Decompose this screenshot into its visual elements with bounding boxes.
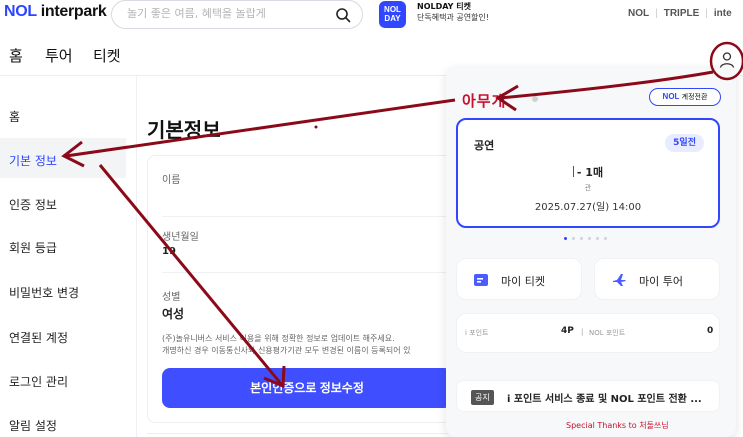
point-separator: |	[581, 328, 584, 336]
upcoming-ticket-card[interactable]: 공연 5일전 - 1매 관 2025.07.27(일) 14:00	[456, 118, 720, 228]
brand-links: NOL | TRIPLE | inte	[628, 8, 732, 19]
info-notice: (주)놀유니버스 서비스 이용을 위해 정확한 정보로 업데이트 해주세요. 개…	[162, 334, 411, 355]
next-card-edge	[147, 433, 457, 437]
nav-tour[interactable]: 투어	[45, 45, 73, 66]
sidebar-item-password[interactable]: 비밀번호 변경	[9, 284, 79, 301]
ticket-count: - 1매	[458, 164, 718, 180]
basic-info-card: 이름 생년월일 19 성별 여성 (주)놀유니버스 서비스 이용을 위해 정확한…	[147, 155, 457, 423]
gender-label: 성별	[162, 292, 181, 303]
interpark-logo[interactable]: NOL interpark	[4, 3, 107, 21]
field-divider	[162, 216, 452, 217]
user-name: 아무개	[462, 92, 507, 110]
sidebar-item-login-manage[interactable]: 로그인 관리	[9, 373, 68, 390]
notice-banner[interactable]: 공지 i 포인트 서비스 종료 및 NOL 포인트 전환 ...	[456, 380, 720, 412]
field-divider	[162, 272, 452, 273]
search-input[interactable]	[127, 7, 327, 20]
points-summary[interactable]: i 포인트 4P | NOL 포인트 0	[456, 313, 720, 353]
ticket-venue: 관	[584, 184, 592, 192]
nav-home[interactable]: 홈	[9, 45, 23, 66]
account-dropdown: 아무개 NOL 계정전환 공연 5일전 - 1매 관 2025.07.27(일)…	[446, 68, 736, 437]
airplane-icon	[613, 274, 626, 286]
nol-point-value: 0	[707, 326, 714, 336]
dday-badge: 5일전	[665, 134, 704, 152]
brand-link-interpark[interactable]: inte	[714, 8, 732, 19]
user-icon[interactable]	[717, 50, 737, 70]
brand-link-nol[interactable]: NOL	[628, 8, 649, 19]
carousel-dot[interactable]	[604, 237, 607, 240]
ticket-type: 공연	[474, 139, 495, 152]
thanks-caption: Special Thanks to 처돌쓰님	[566, 421, 669, 430]
carousel-dot[interactable]	[596, 237, 599, 240]
sidebar-item-auth-info[interactable]: 인증 정보	[9, 196, 57, 213]
gender-value: 여성	[162, 307, 185, 321]
sidebar-item-membership[interactable]: 회원 등급	[9, 239, 57, 256]
birth-value: 19	[162, 246, 176, 257]
sidebar-item-notifications[interactable]: 알림 설정	[9, 417, 57, 434]
nolday-logo[interactable]: NOL DAY	[379, 1, 406, 28]
search-icon[interactable]	[335, 7, 351, 23]
carousel-dot[interactable]	[572, 237, 575, 240]
sidebar-item-linked-accounts[interactable]: 연결된 계정	[9, 329, 68, 346]
name-label: 이름	[162, 175, 181, 186]
annotation-dot	[314, 125, 318, 129]
notice-tag: 공지	[471, 390, 494, 405]
i-point-value: 4P	[561, 326, 574, 336]
sidebar-item-home[interactable]: 홈	[9, 108, 20, 125]
my-tour-button[interactable]: 마이 투어	[594, 258, 720, 300]
carousel-dot[interactable]	[564, 237, 567, 240]
i-point-label: i 포인트	[465, 329, 489, 337]
carousel-dot[interactable]	[588, 237, 591, 240]
ticket-icon	[474, 274, 488, 286]
nav-ticket[interactable]: 티켓	[93, 45, 121, 66]
page-title: 기본정보	[147, 118, 221, 142]
top-header: NOL interpark NOLDAY NOLDAY 티켓 단독혜택과 공연할…	[0, 0, 743, 30]
birth-label: 생년월일	[162, 232, 199, 243]
carousel-dot[interactable]	[580, 237, 583, 240]
sidebar-divider	[136, 76, 137, 437]
account-switch-button[interactable]: NOL 계정전환	[649, 88, 721, 106]
ticket-datetime: 2025.07.27(일) 14:00	[534, 202, 642, 213]
search-box[interactable]	[111, 0, 363, 29]
nolday-promo[interactable]: NOLDAY 티켓 단독혜택과 공연할인!	[417, 1, 489, 23]
sidebar-item-basic-info[interactable]: 기본 정보	[9, 152, 57, 169]
name-indicator	[532, 96, 538, 102]
nol-point-label: NOL 포인트	[589, 329, 626, 337]
notice-text: i 포인트 서비스 종료 및 NOL 포인트 전환 ...	[507, 394, 702, 405]
carousel-dots	[564, 237, 612, 241]
brand-link-triple[interactable]: TRIPLE	[664, 8, 700, 19]
verify-edit-button[interactable]: 본인인증으로 정보수정	[162, 368, 452, 408]
my-ticket-button[interactable]: 마이 티켓	[456, 258, 582, 300]
